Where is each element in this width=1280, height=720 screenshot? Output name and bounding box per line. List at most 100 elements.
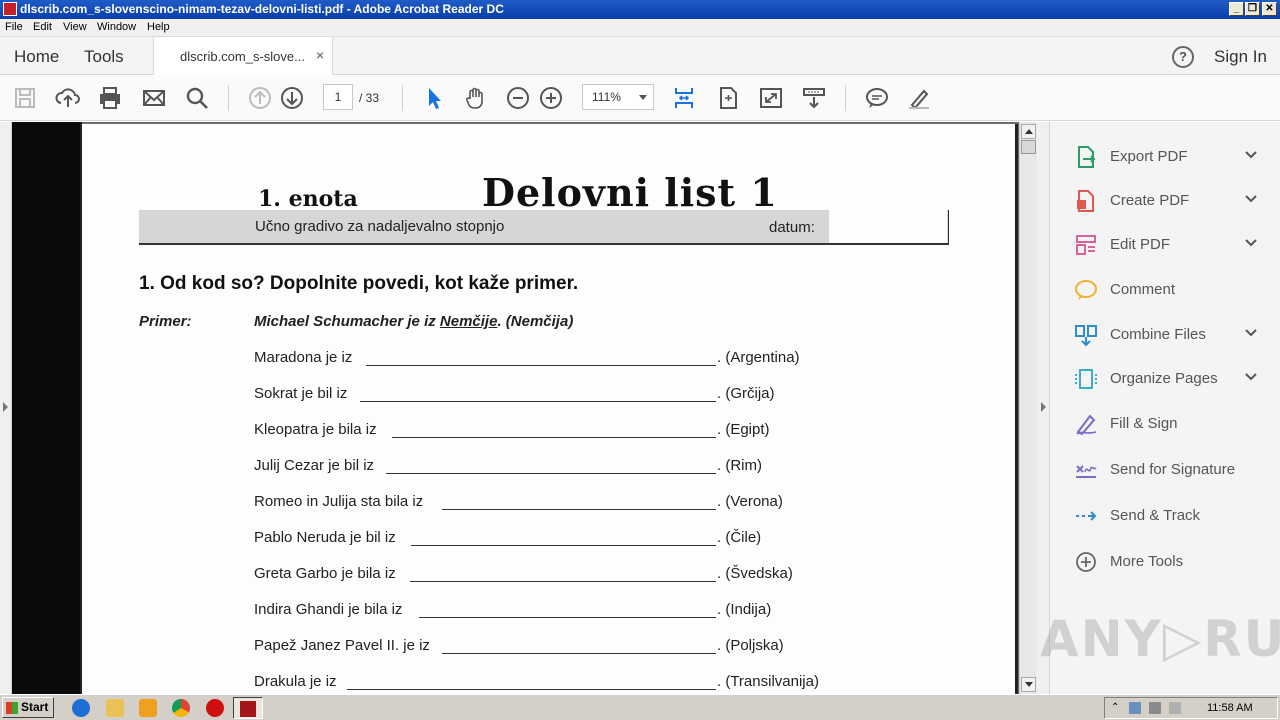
row-prompt: Julij Cezar je bil iz [254, 457, 375, 474]
restore-button[interactable]: ❐ [1245, 2, 1260, 16]
tool-organize-pages[interactable]: Organize Pages [1074, 364, 1274, 394]
tool-fill-sign[interactable]: Fill & Sign [1074, 409, 1274, 439]
tool-label: Export PDF [1110, 148, 1188, 165]
chevron-down-icon[interactable] [1244, 372, 1258, 382]
tool-label: Comment [1110, 281, 1176, 298]
search-icon[interactable] [184, 85, 210, 111]
menu-file[interactable]: File [5, 21, 23, 33]
file-explorer-icon[interactable] [106, 699, 124, 717]
menu-view[interactable]: View [63, 21, 87, 33]
upload-cloud-icon[interactable] [55, 85, 81, 111]
zoom-in-icon[interactable] [538, 85, 564, 111]
tool-comment[interactable]: Comment [1074, 275, 1274, 305]
row-prompt: Sokrat je bil iz [254, 385, 348, 402]
taskbar-acrobat-button[interactable] [233, 697, 263, 719]
document-viewer[interactable]: 1. enota Delovni list 1 Učno gradivo za … [0, 122, 1050, 694]
sign-in-link[interactable]: Sign In [1214, 47, 1267, 67]
highlight-pen-icon[interactable] [906, 85, 932, 111]
tool-create-pdf[interactable]: Create PDF [1074, 186, 1274, 216]
exercise-row: Papež Janez Pavel II. je iz . (Poljska) [254, 637, 894, 659]
chevron-down-icon[interactable] [1244, 194, 1258, 204]
date-label: datum: [769, 219, 815, 236]
menu-window[interactable]: Window [97, 21, 136, 33]
right-panel-toggle[interactable] [1037, 122, 1050, 694]
tab-tools[interactable]: Tools [84, 47, 124, 67]
close-tab-icon[interactable]: × [316, 47, 324, 63]
zoom-out-icon[interactable] [505, 85, 531, 111]
tool-label: Create PDF [1110, 192, 1190, 209]
close-window-button[interactable]: ✕ [1262, 2, 1277, 16]
tab-home[interactable]: Home [14, 47, 59, 67]
opera-icon[interactable] [206, 699, 224, 717]
media-player-icon[interactable] [139, 699, 157, 717]
help-icon[interactable]: ? [1172, 46, 1194, 68]
tool-more-tools[interactable]: More Tools [1074, 547, 1274, 577]
tool-send-track[interactable]: Send & Track [1074, 501, 1274, 531]
tool-edit-pdf[interactable]: Edit PDF [1074, 230, 1274, 260]
chevron-down-icon[interactable] [1244, 238, 1258, 248]
exercise-row: Julij Cezar je bil iz . (Rim) [254, 457, 894, 479]
row-hint: . (Švedska) [717, 565, 793, 582]
acrobat-app-icon [3, 2, 17, 16]
chevron-right-icon [3, 402, 8, 412]
tool-combine-files[interactable]: Combine Files [1074, 320, 1274, 350]
exercise-row: Greta Garbo je bila iz . (Švedska) [254, 565, 894, 587]
scroll-down-button[interactable] [1021, 677, 1036, 692]
chevron-down-icon[interactable] [1244, 150, 1258, 160]
exercise-row: Pablo Neruda je bil iz . (Čile) [254, 529, 894, 551]
answer-line [366, 365, 716, 366]
scroll-mode-icon[interactable] [671, 85, 697, 111]
email-icon[interactable] [141, 85, 167, 111]
title-bar: dlscrib.com_s-slovenscino-nimam-tezav-de… [0, 0, 1280, 19]
row-hint: . (Indija) [717, 601, 772, 618]
zoom-level-select[interactable]: 111% [582, 84, 654, 110]
menu-help[interactable]: Help [147, 21, 170, 33]
document-tab-label: dlscrib.com_s-slove... [180, 49, 305, 64]
left-panel-toggle[interactable] [0, 122, 12, 694]
volume-icon[interactable] [1149, 702, 1161, 714]
save-icon[interactable] [12, 85, 38, 111]
comment-toolbar-icon[interactable] [864, 85, 890, 111]
answer-line [411, 545, 716, 546]
tool-label: More Tools [1110, 553, 1184, 570]
tab-document[interactable]: dlscrib.com_s-slove... × [153, 37, 333, 76]
tray-expand-icon[interactable]: ⌃ [1111, 702, 1123, 714]
chrome-icon[interactable] [172, 699, 190, 717]
minimize-button[interactable]: _ [1229, 2, 1244, 16]
tab-bar: Home Tools dlscrib.com_s-slove... × ? Si… [0, 37, 1280, 76]
full-screen-icon[interactable] [758, 85, 784, 111]
page-number-input[interactable]: 1 [323, 84, 353, 110]
next-page-icon[interactable] [279, 85, 305, 111]
print-icon[interactable] [97, 85, 123, 111]
internet-explorer-icon[interactable] [72, 699, 90, 717]
more-tools-icon [1076, 552, 1096, 572]
start-button[interactable]: Start [2, 697, 54, 718]
read-mode-icon[interactable] [801, 85, 827, 111]
start-label: Start [21, 700, 49, 714]
fit-page-icon[interactable] [715, 85, 741, 111]
window-title: dlscrib.com_s-slovenscino-nimam-tezav-de… [20, 2, 504, 16]
scan-dark-edge [12, 122, 82, 694]
example-before: Michael Schumacher je iz [254, 313, 440, 330]
tool-export-pdf[interactable]: Export PDF [1074, 142, 1274, 172]
answer-line [386, 473, 716, 474]
previous-page-icon[interactable] [247, 85, 273, 111]
chevron-right-icon [1041, 402, 1046, 412]
scroll-thumb[interactable] [1021, 140, 1036, 154]
network-icon[interactable] [1129, 702, 1141, 714]
row-hint: . (Poljska) [717, 637, 784, 654]
chevron-down-icon[interactable] [1244, 328, 1258, 338]
menu-bar: File Edit View Window Help [0, 19, 1280, 37]
scroll-up-button[interactable] [1021, 124, 1036, 139]
row-hint: . (Egipt) [717, 421, 770, 438]
hand-tool-icon[interactable] [463, 85, 489, 111]
exercise-row: Indira Ghandi je bila iz . (Indija) [254, 601, 894, 623]
zoom-level-value: 111% [592, 90, 621, 104]
menu-edit[interactable]: Edit [33, 21, 52, 33]
select-cursor-icon[interactable] [421, 85, 447, 111]
action-center-icon[interactable] [1169, 702, 1181, 714]
tool-send-for-signature[interactable]: Send for Signature [1074, 455, 1274, 485]
vertical-scrollbar[interactable] [1019, 122, 1037, 694]
toolbar: 1 / 33 111% [0, 75, 1280, 121]
tool-label: Organize Pages [1110, 370, 1218, 387]
